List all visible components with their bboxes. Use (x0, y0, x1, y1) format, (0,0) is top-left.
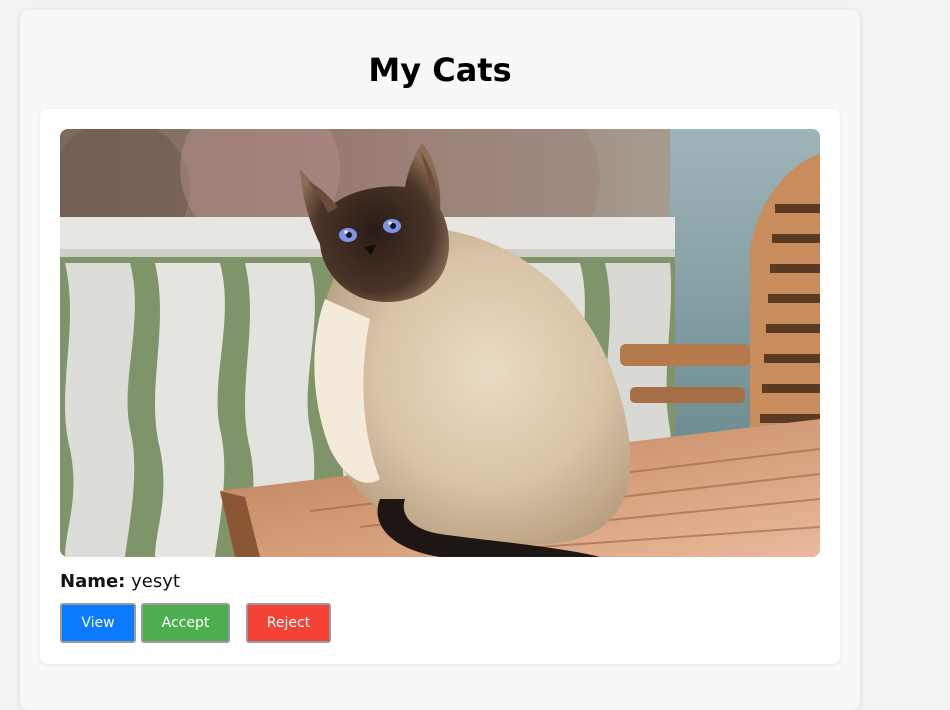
cat-photo (60, 129, 820, 557)
name-value: yesyt (131, 571, 180, 592)
reject-button[interactable]: Reject (246, 603, 331, 643)
accept-button[interactable]: Accept (141, 603, 230, 643)
cat-card: Name: yesyt View Accept Reject (40, 109, 840, 664)
view-button[interactable]: View (60, 603, 136, 643)
name-label: Name: (60, 571, 126, 592)
page-container: My Cats Name: yesyt View Accept Reject (20, 10, 860, 710)
cat-name: Name: yesyt (60, 569, 180, 595)
page-title: My Cats (368, 51, 512, 89)
